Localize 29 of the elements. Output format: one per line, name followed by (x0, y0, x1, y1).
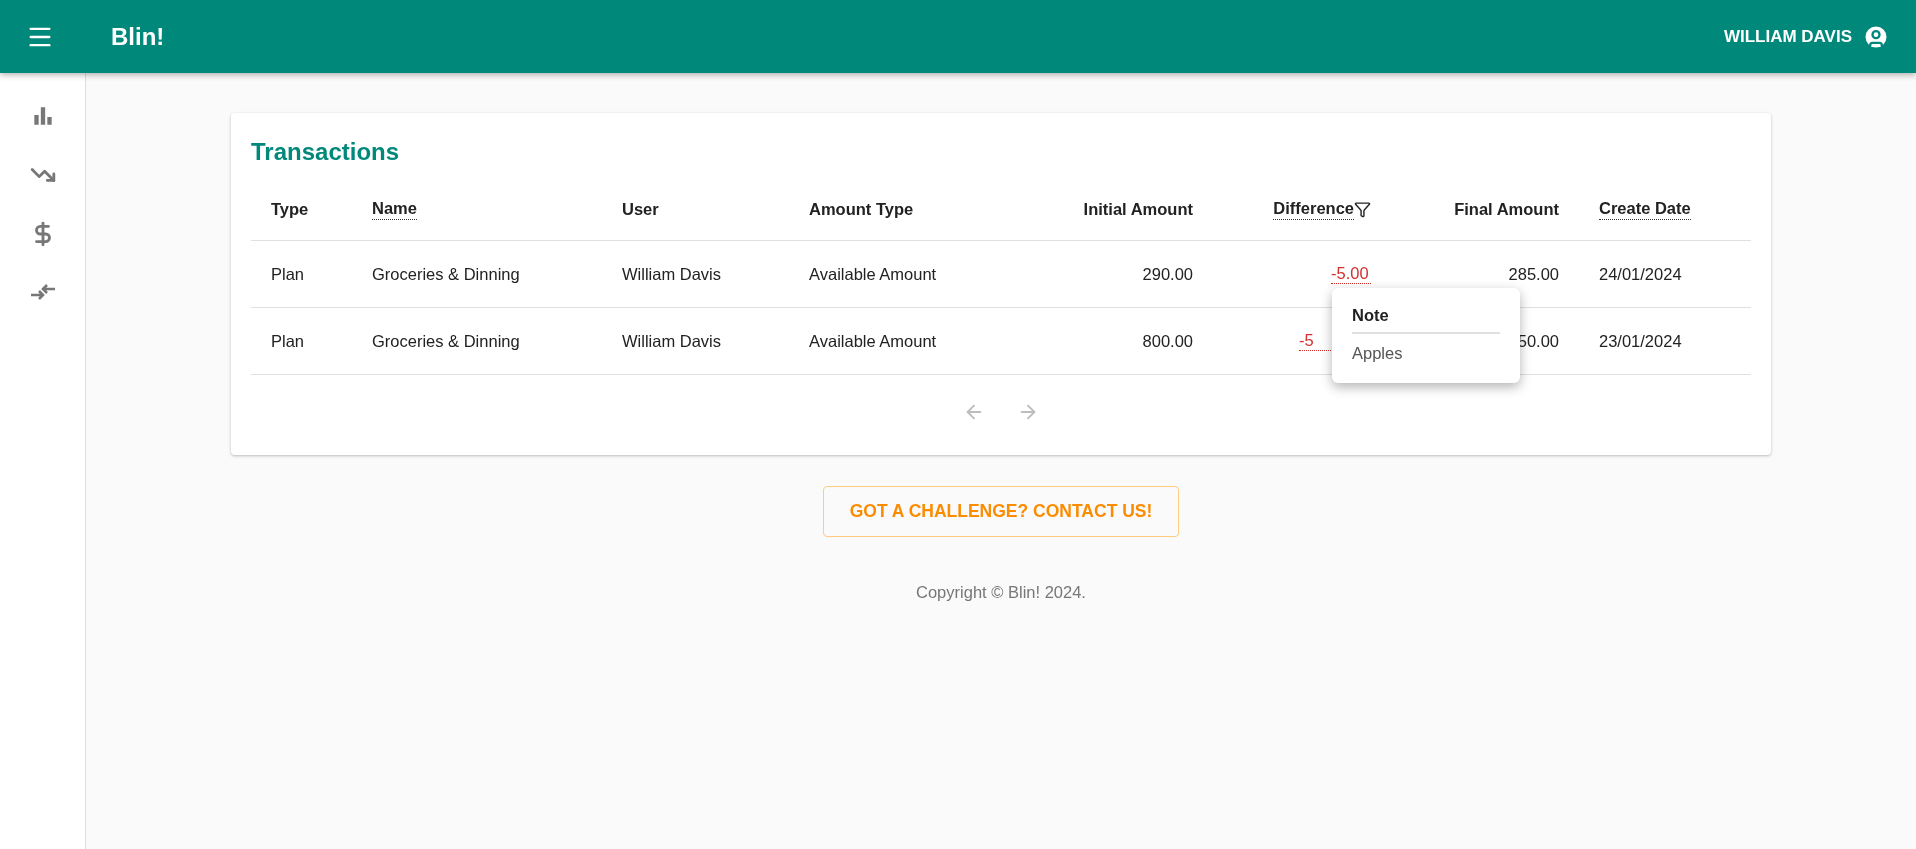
column-header[interactable]: Name (372, 198, 417, 220)
difference-value[interactable]: -5.00 (1331, 264, 1371, 284)
table-cell: William Davis (622, 331, 721, 351)
app-title: Blin! (111, 22, 165, 51)
table-cell: Groceries & Dinning (372, 331, 520, 351)
table-cell: 290.00 (1142, 264, 1193, 284)
column-header: User (622, 199, 659, 219)
filter-icon[interactable] (1354, 200, 1371, 218)
user-menu-button[interactable]: WILLIAM DAVIS (1723, 22, 1890, 51)
table-cell: William Davis (622, 264, 721, 284)
table-cell: Available Amount (809, 264, 937, 284)
popover-title: Note (1352, 306, 1500, 334)
table-cell: Available Amount (809, 331, 937, 351)
table-cell: Plan (271, 264, 305, 284)
table-cell: 24/01/2024 (1599, 264, 1682, 284)
table-cell: 800.00 (1142, 331, 1193, 351)
copyright-text: Copyright © Blin! 2024. (916, 583, 1086, 602)
note-text: Apples (1352, 343, 1404, 363)
column-header: Type (271, 199, 309, 219)
card-title: Transactions (251, 138, 401, 166)
table-cell: Plan (271, 331, 305, 351)
table-cell: Groceries & Dinning (372, 264, 520, 284)
table-cell: 23/01/2024 (1599, 331, 1682, 351)
column-header: Amount Type (809, 199, 914, 219)
column-header[interactable]: Create Date (1599, 198, 1691, 220)
table-cell: 285.00 (1508, 264, 1559, 284)
column-header[interactable]: Difference (1273, 198, 1354, 220)
column-header: Final Amount (1454, 199, 1559, 219)
column-header: Initial Amount (1083, 199, 1193, 219)
